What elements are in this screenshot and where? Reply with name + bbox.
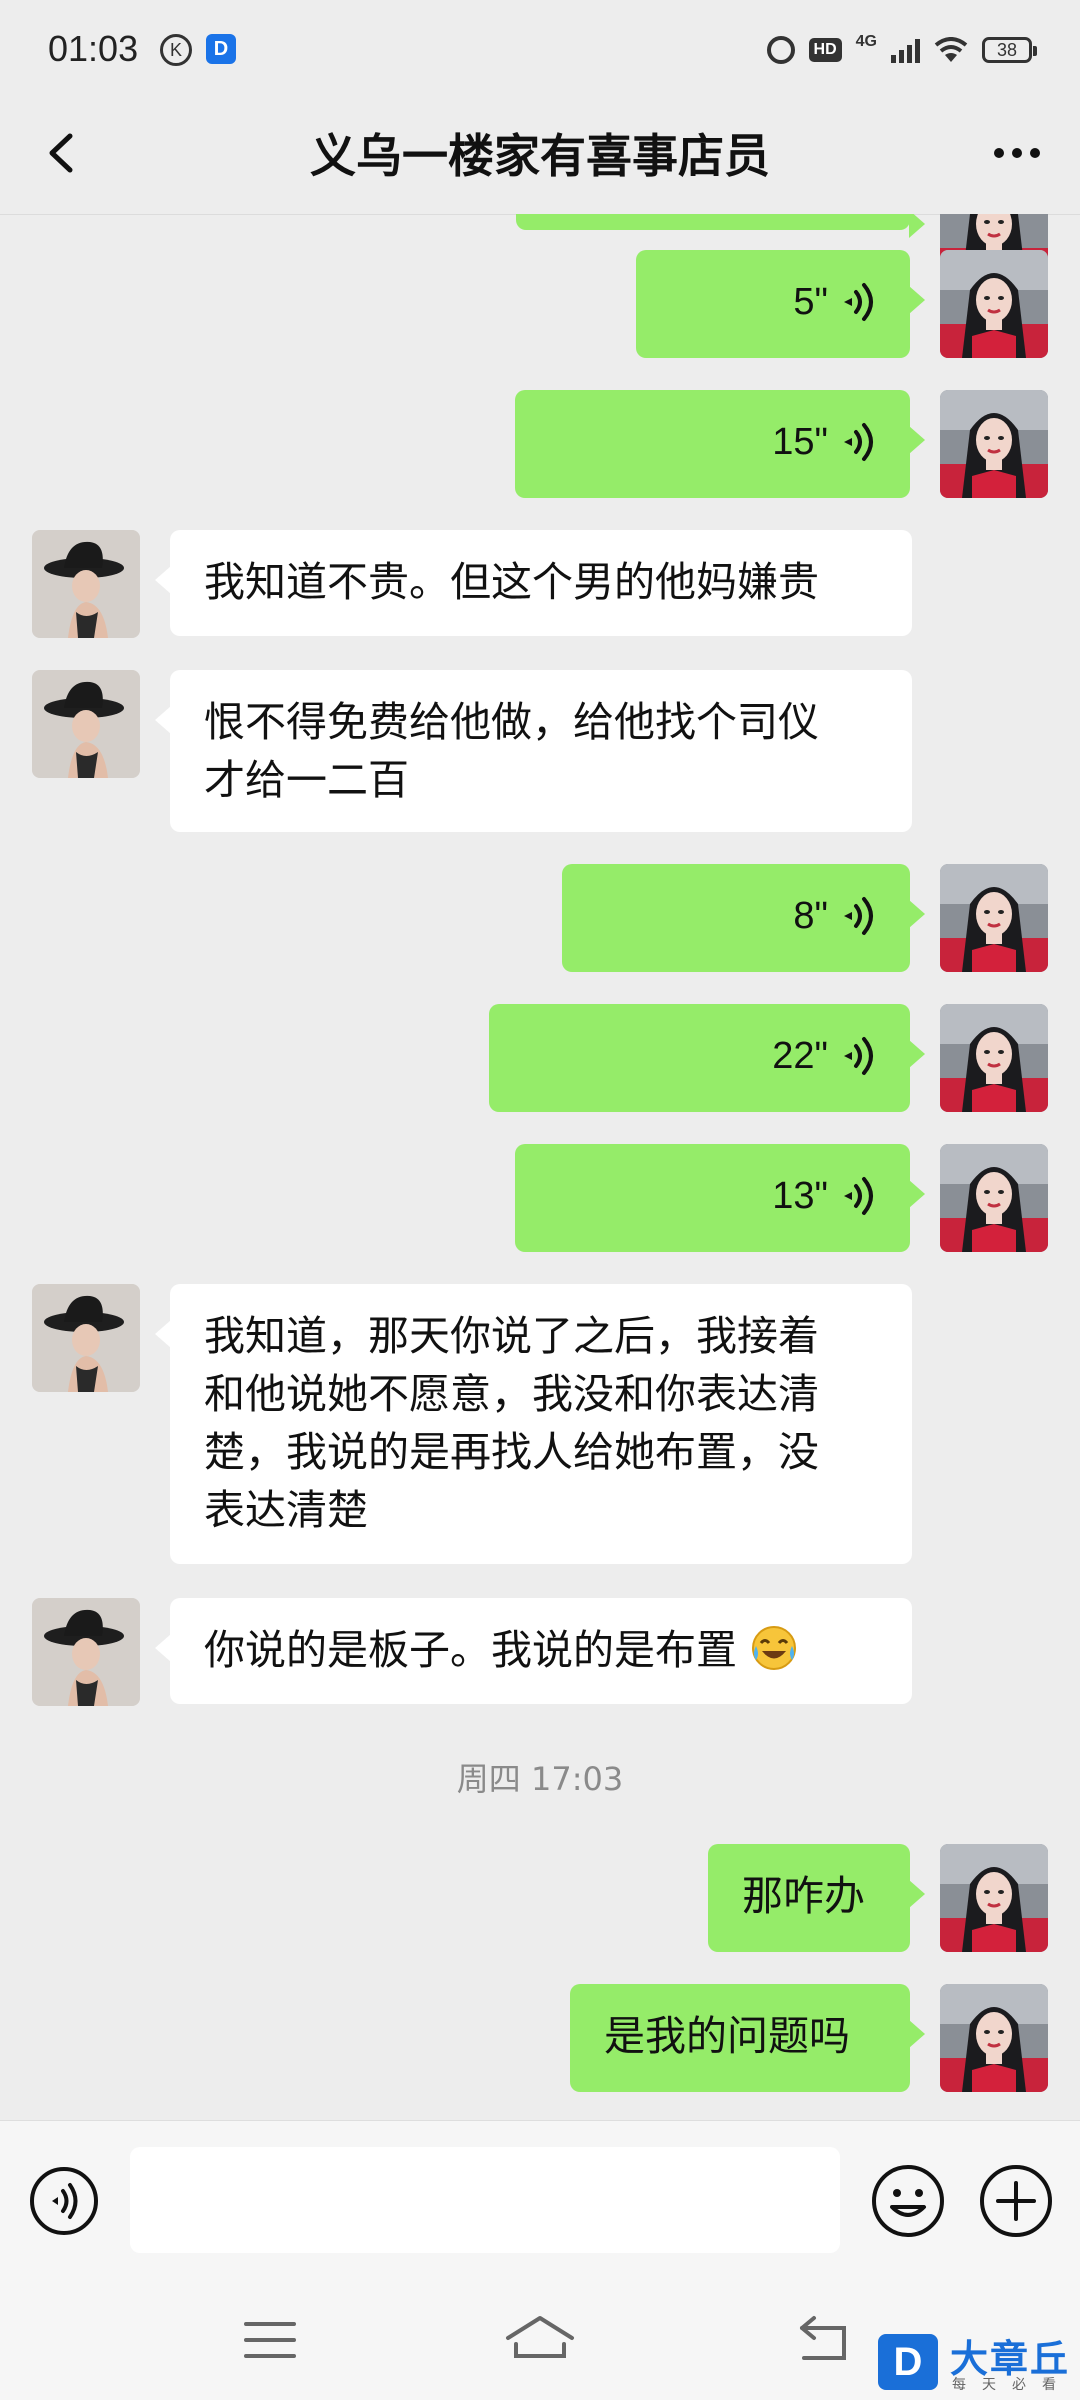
message-text-line: 恨不得免费给他做，给他找个司仪 <box>204 698 819 746</box>
message-input[interactable] <box>130 2147 840 2253</box>
k-badge-icon: K <box>160 34 192 66</box>
message-list[interactable]: 5" 15" 我知道不贵。但这个男的他妈嫌贵 恨不得免费给他做，给他找个司仪 才… <box>0 214 1080 2120</box>
watermark-subtitle: 每天必看 <box>952 2377 1072 2393</box>
voice-message-bubble[interactable]: 5" <box>636 250 925 358</box>
plus-button-icon[interactable] <box>978 2163 1054 2239</box>
text-message-bubble[interactable]: 我知道，那天你说了之后，我接着 和他说她不愿意，我没和你表达清 楚，我说的是再找… <box>155 1284 912 1564</box>
voice-message-bubble[interactable]: 8" <box>562 864 925 972</box>
chat-header: 义乌一楼家有喜事店员 <box>0 96 1080 215</box>
voice-message-bubble[interactable]: 22" <box>489 1004 925 1112</box>
my-avatar[interactable] <box>940 1144 1048 1252</box>
hd-icon: HD <box>808 38 842 62</box>
voice-message-bubble[interactable]: 15" <box>515 390 925 498</box>
my-avatar[interactable] <box>940 1004 1048 1112</box>
battery-icon: 38 <box>982 37 1037 63</box>
chat-title: 义乌一楼家有喜事店员 <box>310 129 770 183</box>
contact-avatar[interactable] <box>32 670 140 778</box>
network-type: 4G <box>855 33 877 50</box>
home-icon[interactable] <box>504 2310 576 2370</box>
text-message-bubble[interactable]: 我知道不贵。但这个男的他妈嫌贵 <box>155 530 912 636</box>
my-avatar[interactable] <box>940 864 1048 972</box>
status-bar: 01:03 K D HD 4G 38 <box>0 0 1080 96</box>
message-text-line: 我知道，那天你说了之后，我接着 <box>204 1312 819 1360</box>
message-text: 你说的是板子。我说的是布置 <box>204 1626 737 1674</box>
watermark: D 大章丘 每天必看 <box>878 2330 1080 2400</box>
my-avatar[interactable] <box>940 390 1048 498</box>
voice-play-icon <box>842 1174 876 1218</box>
d-badge-icon: D <box>206 34 236 64</box>
message-text-line: 和他说她不愿意，我没和你表达清 <box>204 1370 819 1418</box>
emoji-button-icon[interactable] <box>870 2163 946 2239</box>
recent-apps-icon[interactable] <box>240 2310 300 2370</box>
voice-play-icon <box>842 280 876 324</box>
voice-duration: 5" <box>793 281 828 323</box>
voice-duration: 22" <box>772 1035 828 1077</box>
status-time: 01:03 <box>48 28 139 69</box>
voice-message-bubble[interactable]: 13" <box>515 1144 925 1252</box>
contact-avatar[interactable] <box>32 530 140 638</box>
my-avatar[interactable] <box>940 1984 1048 2092</box>
message-timestamp: 周四 17:03 <box>456 1760 624 1798</box>
voice-duration: 13" <box>772 1175 828 1217</box>
signal-icon <box>891 37 920 63</box>
input-bar <box>0 2120 1080 2281</box>
more-options-button[interactable] <box>982 118 1052 188</box>
partial-message-bubble <box>516 214 925 238</box>
voice-duration: 15" <box>772 421 828 463</box>
alarm-icon <box>766 36 795 64</box>
text-message-bubble[interactable]: 你说的是板子。我说的是布置 <box>155 1598 912 1704</box>
my-avatar[interactable] <box>940 250 1048 358</box>
message-text-line: 楚，我说的是再找人给她布置，没 <box>204 1428 819 1476</box>
wifi-icon <box>934 37 968 62</box>
text-message-bubble[interactable]: 是我的问题吗 <box>570 1984 925 2092</box>
message-text-line: 才给一二百 <box>204 756 409 804</box>
watermark-logo: D <box>878 2334 938 2390</box>
voice-play-icon <box>842 420 876 464</box>
my-avatar[interactable] <box>940 1844 1048 1952</box>
text-message-bubble[interactable]: 恨不得免费给他做，给他找个司仪 才给一二百 <box>155 670 912 832</box>
contact-avatar[interactable] <box>32 1598 140 1706</box>
message-text: 是我的问题吗 <box>604 2012 850 2060</box>
message-text: 我知道不贵。但这个男的他妈嫌贵 <box>204 558 819 606</box>
text-message-bubble[interactable]: 那咋办 <box>708 1844 925 1952</box>
status-indicators: HD 4G 38 <box>766 30 1037 70</box>
message-text: 那咋办 <box>742 1872 865 1920</box>
voice-input-toggle-icon[interactable] <box>28 2165 100 2237</box>
message-text-line: 表达清楚 <box>204 1486 368 1534</box>
back-nav-icon[interactable] <box>792 2310 852 2370</box>
voice-play-icon <box>842 1034 876 1078</box>
laughing-crying-emoji-icon <box>752 1626 797 1670</box>
contact-avatar[interactable] <box>32 1284 140 1392</box>
voice-play-icon <box>842 894 876 938</box>
voice-duration: 8" <box>793 895 828 937</box>
